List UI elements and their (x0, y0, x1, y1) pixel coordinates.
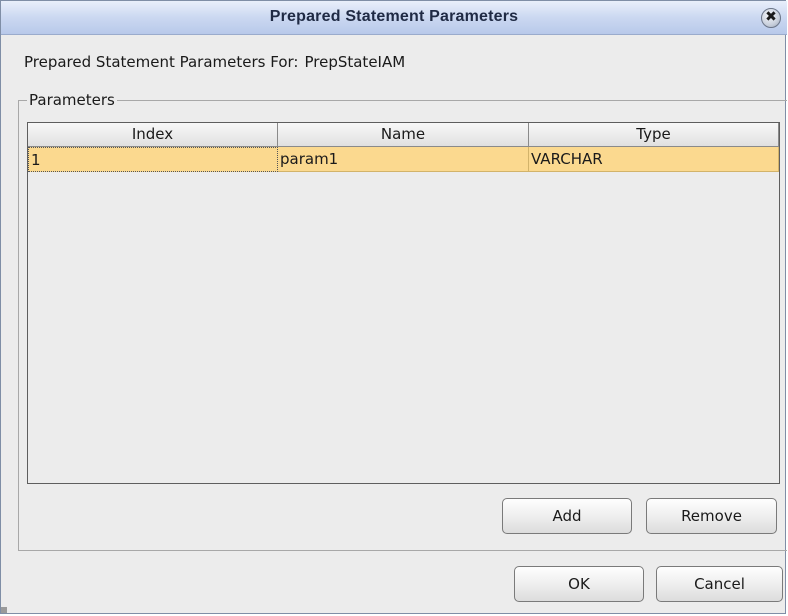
statement-header: Prepared Statement Parameters For: PrepSt… (24, 53, 405, 71)
title-bar[interactable]: Prepared Statement Parameters ✖ (1, 1, 787, 35)
prepared-statement-dialog: Prepared Statement Parameters ✖ Prepared… (0, 0, 787, 614)
statement-label: Prepared Statement Parameters For: (24, 53, 299, 71)
table-header: Index Name Type (28, 123, 779, 147)
cell-type[interactable]: VARCHAR (529, 147, 779, 172)
cell-index[interactable]: 1 (28, 147, 278, 172)
ok-button[interactable]: OK (514, 566, 644, 602)
table-body: 1 param1 VARCHAR (28, 147, 779, 172)
statement-name: PrepStateIAM (304, 53, 406, 71)
resize-grip[interactable] (1, 607, 7, 613)
dialog-title: Prepared Statement Parameters (269, 8, 519, 25)
add-button[interactable]: Add (502, 498, 632, 534)
column-header-type[interactable]: Type (529, 123, 779, 147)
column-header-index[interactable]: Index (28, 123, 278, 147)
remove-button[interactable]: Remove (646, 498, 777, 534)
parameters-table: Index Name Type 1 param1 VARCHAR (27, 122, 780, 484)
column-header-name[interactable]: Name (278, 123, 529, 147)
close-icon[interactable]: ✖ (761, 8, 781, 28)
cell-name[interactable]: param1 (278, 147, 529, 172)
cancel-button[interactable]: Cancel (656, 566, 783, 602)
table-row[interactable]: 1 param1 VARCHAR (28, 147, 779, 172)
parameters-legend: Parameters (29, 91, 115, 109)
